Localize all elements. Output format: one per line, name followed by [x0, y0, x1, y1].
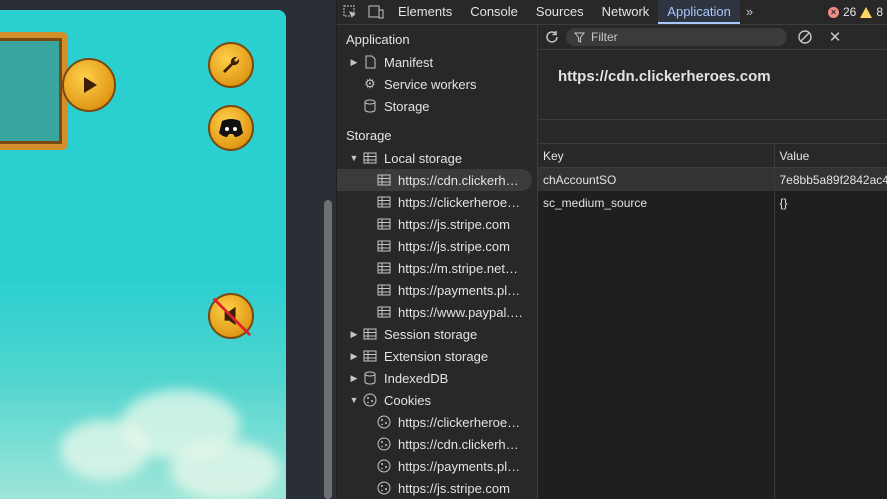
origin-title: https://cdn.clickerheroes.com: [538, 50, 887, 120]
devtools-panel: Elements Console Sources Network Applica…: [337, 0, 887, 499]
table-icon: [375, 216, 393, 232]
inspect-element-icon[interactable]: [337, 0, 363, 24]
issues-counter[interactable]: × 26 8: [827, 5, 887, 19]
table-icon: [375, 304, 393, 320]
column-header-value[interactable]: Value: [774, 144, 887, 168]
discord-button[interactable]: [208, 105, 254, 151]
cookie-origin[interactable]: https://js.stripe.com: [337, 477, 537, 499]
sidebar-item-cookies[interactable]: ▼ Cookies: [337, 389, 537, 411]
game-canvas[interactable]: [0, 10, 286, 499]
refresh-icon[interactable]: [538, 25, 566, 49]
expand-arrow-icon[interactable]: ▶: [347, 351, 361, 362]
sound-muted-button[interactable]: [208, 293, 254, 339]
local-storage-origin[interactable]: https://js.stripe.com: [337, 213, 537, 235]
application-sidebar: Application ▶ Manifest ⚙ Service workers…: [337, 25, 538, 499]
sidebar-item-local-storage[interactable]: ▼ Local storage: [337, 147, 537, 169]
cookie-icon: [375, 414, 393, 430]
local-storage-origin[interactable]: https://www.paypal.com: [337, 301, 537, 323]
filter-field[interactable]: [566, 28, 787, 46]
expand-arrow-icon[interactable]: ▶: [347, 329, 361, 340]
sidebar-item-extension-storage[interactable]: ▶ Extension storage: [337, 345, 537, 367]
game-panel-frame: [0, 32, 68, 150]
sidebar-item-service-workers[interactable]: ⚙ Service workers: [337, 73, 537, 95]
local-storage-origin[interactable]: https://m.stripe.network: [337, 257, 537, 279]
collapse-arrow-icon[interactable]: ▼: [347, 395, 361, 405]
filter-input[interactable]: [589, 29, 763, 45]
local-storage-origin[interactable]: https://cdn.clickerheroes.com: [337, 169, 532, 191]
column-header-key[interactable]: Key: [538, 144, 775, 168]
local-storage-viewer: ✕ https://cdn.clickerheroes.com Key Valu…: [538, 25, 887, 499]
table-icon: [375, 238, 393, 254]
expand-arrow-icon[interactable]: ▶: [347, 57, 361, 68]
section-storage: Storage: [346, 128, 392, 143]
wrench-icon: [223, 56, 240, 73]
warning-icon: [860, 6, 873, 18]
document-icon: [361, 54, 379, 70]
table-icon: [361, 150, 379, 166]
database-icon: [361, 370, 379, 386]
cookie-origin[interactable]: https://payments.playsaurus.com: [337, 455, 537, 477]
play-icon: [84, 77, 97, 93]
tab-console[interactable]: Console: [461, 0, 527, 24]
error-icon: ×: [827, 6, 839, 18]
settings-wrench-button[interactable]: [208, 42, 254, 88]
warning-count: 8: [876, 5, 883, 19]
muted-speaker-icon: [212, 297, 252, 337]
tab-sources[interactable]: Sources: [527, 0, 593, 24]
sidebar-item-manifest[interactable]: ▶ Manifest: [337, 51, 537, 73]
table-icon: [375, 260, 393, 276]
cookie-origin[interactable]: https://cdn.clickerheroes.com: [337, 433, 537, 455]
table-empty-area: [538, 188, 887, 499]
cookie-icon: [375, 436, 393, 452]
clear-all-icon[interactable]: [793, 25, 817, 49]
device-toolbar-icon[interactable]: [363, 0, 389, 24]
cookie-icon: [375, 480, 393, 496]
more-tabs-chevron-icon[interactable]: »: [740, 0, 759, 24]
gears-icon: ⚙: [364, 76, 376, 91]
table-icon: [361, 326, 379, 342]
local-storage-origin[interactable]: https://js.stripe.com: [337, 235, 537, 257]
sidebar-item-indexeddb[interactable]: ▶ IndexedDB: [337, 367, 537, 389]
table-icon: [361, 348, 379, 364]
play-button[interactable]: [62, 58, 116, 112]
table-icon: [375, 172, 393, 188]
tab-elements[interactable]: Elements: [389, 0, 461, 24]
delete-selected-icon[interactable]: ✕: [823, 25, 847, 49]
cloud: [170, 440, 280, 499]
database-icon: [361, 98, 379, 114]
filter-funnel-icon: [574, 32, 585, 43]
cookie-origin[interactable]: https://clickerheroes.com: [337, 411, 537, 433]
cookie-icon: [361, 392, 379, 408]
discord-icon: [219, 119, 243, 137]
error-count: 26: [842, 5, 857, 19]
tab-application[interactable]: Application: [658, 0, 740, 24]
local-storage-origin[interactable]: https://clickerheroes.com: [337, 191, 537, 213]
cookie-icon: [375, 458, 393, 474]
devtools-toolbar: Elements Console Sources Network Applica…: [337, 0, 887, 25]
tab-network[interactable]: Network: [593, 0, 659, 24]
section-application: Application: [346, 32, 410, 47]
expand-arrow-icon[interactable]: ▶: [347, 373, 361, 384]
game-viewport: [0, 0, 290, 499]
sidebar-item-storage[interactable]: Storage: [337, 95, 537, 117]
storage-toolbar: ✕: [538, 25, 887, 50]
table-icon: [375, 194, 393, 210]
sidebar-item-session-storage[interactable]: ▶ Session storage: [337, 323, 537, 345]
toolbar-spacer: [538, 120, 887, 144]
collapse-arrow-icon[interactable]: ▼: [347, 153, 361, 163]
local-storage-origin[interactable]: https://payments.playsaurus.com: [337, 279, 537, 301]
table-header-row: Key Value: [538, 144, 887, 168]
table-icon: [375, 282, 393, 298]
cloud: [60, 420, 150, 480]
page-scrollbar[interactable]: [324, 200, 332, 499]
